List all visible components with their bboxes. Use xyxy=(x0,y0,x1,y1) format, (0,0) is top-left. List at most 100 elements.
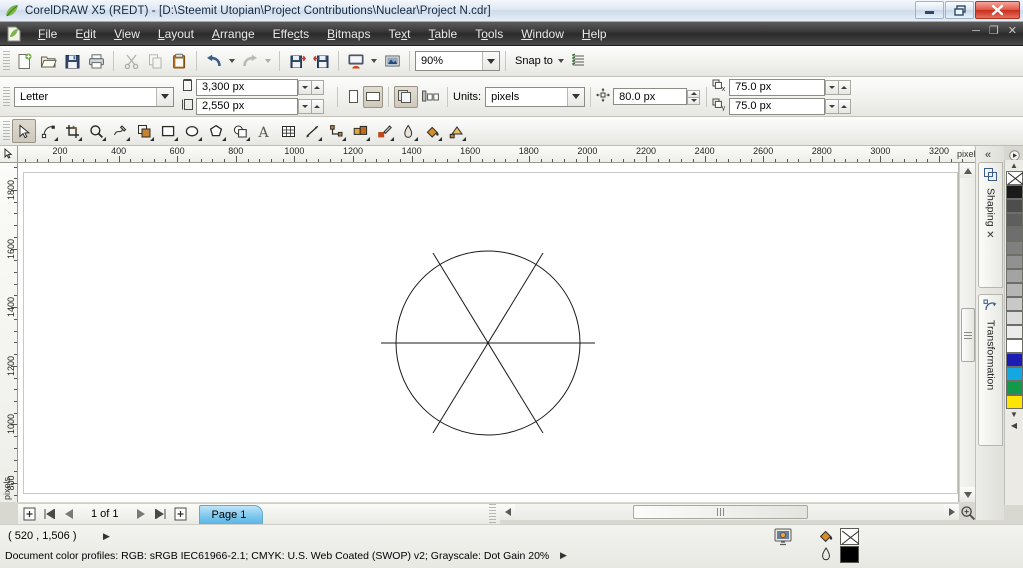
nudge-offset-field[interactable]: 80.0 px xyxy=(613,88,688,105)
shaping-docker-close[interactable]: ✕ xyxy=(986,230,994,241)
fill-color-swatch[interactable] xyxy=(840,528,860,545)
last-page-button[interactable] xyxy=(153,506,169,522)
outline-tool[interactable] xyxy=(396,119,420,143)
color-palette[interactable]: ▲ ▼ ◀ xyxy=(1004,160,1023,505)
open-document-button[interactable] xyxy=(36,49,60,73)
palette-swatch-gray-40[interactable] xyxy=(1005,269,1023,283)
menu-item-tools[interactable]: Tools xyxy=(466,24,512,44)
application-launcher-button[interactable] xyxy=(380,49,404,73)
palette-swatch-gray-10[interactable] xyxy=(1005,311,1023,325)
dimension-tool[interactable] xyxy=(300,119,324,143)
snap-to-dropdown-arrow[interactable] xyxy=(555,49,567,73)
basic-shapes-tool[interactable] xyxy=(228,119,252,143)
add-page-before-button[interactable] xyxy=(21,506,37,522)
restore-button[interactable] xyxy=(945,1,974,19)
ellipse-tool[interactable] xyxy=(180,119,204,143)
menu-item-effects[interactable]: Effects xyxy=(264,24,318,44)
menu-item-edit[interactable]: Edit xyxy=(66,24,105,44)
palette-scroll-up[interactable]: ▲ xyxy=(1005,160,1023,171)
zoom-tool[interactable] xyxy=(84,119,108,143)
horizontal-ruler[interactable]: 200 400 600 800 1000 1200 1400 1600 1800 2000 2200… xyxy=(18,146,983,163)
previous-page-button[interactable] xyxy=(61,506,77,522)
collapse-docker-button[interactable]: « xyxy=(980,148,996,162)
palette-swatch-white[interactable] xyxy=(1005,339,1023,353)
scroll-down-button[interactable] xyxy=(960,487,976,502)
palette-swatch-cyan[interactable] xyxy=(1005,367,1023,381)
crop-tool[interactable] xyxy=(60,119,84,143)
portrait-orientation-button[interactable] xyxy=(343,86,363,108)
copy-button[interactable] xyxy=(143,49,167,73)
vertical-scroll-thumb[interactable] xyxy=(961,308,975,362)
menu-item-arrange[interactable]: Arrange xyxy=(203,24,264,44)
landscape-orientation-button[interactable] xyxy=(363,85,383,108)
toolbar-grip[interactable] xyxy=(3,51,10,71)
palette-scroll-down[interactable]: ▼ xyxy=(1005,409,1023,420)
text-tool[interactable]: A xyxy=(252,119,276,143)
palette-swatch-yellow[interactable] xyxy=(1005,395,1023,409)
shaping-docker[interactable]: Shaping ✕ xyxy=(978,162,1003,288)
document-icon[interactable] xyxy=(5,25,23,43)
snap-to-label[interactable]: Snap to xyxy=(515,55,553,67)
duplicate-x-spinners[interactable] xyxy=(825,80,852,95)
export-button[interactable] xyxy=(309,49,333,73)
next-page-button[interactable] xyxy=(133,506,149,522)
freehand-tool[interactable] xyxy=(108,119,132,143)
paste-button[interactable] xyxy=(167,49,191,73)
palette-swatch-gray-70[interactable] xyxy=(1005,227,1023,241)
color-eyedropper-tool[interactable] xyxy=(372,119,396,143)
coordinates-expand-arrow[interactable]: ▶ xyxy=(103,531,110,542)
drawing-canvas[interactable] xyxy=(18,163,959,502)
menu-item-layout[interactable]: Layout xyxy=(149,24,203,44)
palette-swatch-gray-20[interactable] xyxy=(1005,297,1023,311)
zoom-level-dropdown-arrow[interactable] xyxy=(482,52,499,70)
palette-swatch-gray-30[interactable] xyxy=(1005,283,1023,297)
polygon-tool[interactable] xyxy=(204,119,228,143)
nudge-offset-spinners[interactable] xyxy=(687,89,701,105)
undo-button[interactable] xyxy=(202,49,226,73)
palette-swatch-blue[interactable] xyxy=(1005,353,1023,367)
options-button[interactable] xyxy=(567,49,591,73)
publish-pdf-dropdown-arrow[interactable] xyxy=(368,49,380,73)
menu-item-window[interactable]: Window xyxy=(512,24,573,44)
menu-item-bitmaps[interactable]: Bitmaps xyxy=(318,24,379,44)
vertical-scrollbar[interactable] xyxy=(959,163,976,502)
smart-fill-tool[interactable] xyxy=(132,119,156,143)
palette-swatch-gray-50[interactable] xyxy=(1005,255,1023,269)
palette-swatch-gray-80[interactable] xyxy=(1005,213,1023,227)
menu-item-table[interactable]: Table xyxy=(420,24,467,44)
redo-dropdown-arrow[interactable] xyxy=(262,49,274,73)
new-document-button[interactable] xyxy=(12,49,36,73)
mdi-minimize-button[interactable]: ─ xyxy=(972,26,980,37)
palette-swatch-no-color[interactable] xyxy=(1005,171,1023,185)
cut-button[interactable] xyxy=(119,49,143,73)
pick-tool[interactable] xyxy=(12,119,36,143)
shape-tool[interactable] xyxy=(36,119,60,143)
connector-tool[interactable] xyxy=(324,119,348,143)
palette-swatch-gray-05[interactable] xyxy=(1005,325,1023,339)
duplicate-y-field[interactable]: 75.0 px xyxy=(729,97,826,115)
palette-swatch-black[interactable] xyxy=(1005,185,1023,199)
blend-tool[interactable] xyxy=(348,119,372,143)
scroll-left-button[interactable] xyxy=(500,504,515,520)
units-dropdown-arrow[interactable] xyxy=(567,87,585,106)
outline-color-swatch[interactable] xyxy=(840,546,860,563)
rectangle-tool[interactable] xyxy=(156,119,180,143)
mdi-restore-button[interactable]: ❐ xyxy=(989,26,999,37)
duplicate-x-field[interactable]: 75.0 px xyxy=(729,78,826,96)
zoom-level-combo[interactable]: 90% xyxy=(415,51,500,71)
paper-type-combo[interactable]: Letter xyxy=(14,86,174,107)
vertical-ruler[interactable]: 1800 1600 1400 1200 1000 800 pixels xyxy=(0,163,18,502)
menu-item-help[interactable]: Help xyxy=(573,24,616,44)
save-document-button[interactable] xyxy=(60,49,84,73)
page-navigator-grip[interactable] xyxy=(489,504,496,524)
color-profiles-expand-arrow[interactable]: ▶ xyxy=(560,550,567,561)
drawing-artwork[interactable] xyxy=(363,233,613,453)
table-tool[interactable] xyxy=(276,119,300,143)
proof-colors-icon[interactable] xyxy=(773,528,793,546)
scroll-right-button[interactable] xyxy=(944,504,959,520)
first-page-button[interactable] xyxy=(41,506,57,522)
fill-tool[interactable] xyxy=(420,119,444,143)
transformation-docker[interactable]: Transformation xyxy=(978,294,1003,446)
page-height-spinners[interactable] xyxy=(298,99,324,114)
fill-color-indicator[interactable] xyxy=(818,528,860,547)
